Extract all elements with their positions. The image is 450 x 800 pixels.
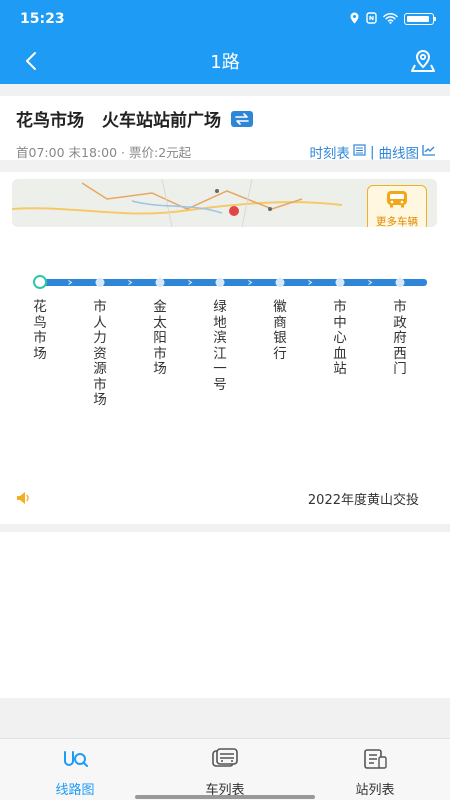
timetable-link[interactable]: 时刻表 (309, 142, 350, 162)
page-title: 1路 (210, 52, 240, 73)
stop-name[interactable]: 花鸟市场 (32, 299, 48, 362)
battery-icon (404, 13, 436, 25)
meta-dot: · (121, 145, 129, 160)
status-time: 15:23 (20, 11, 65, 27)
stop-name[interactable]: 绿地滨江一号 (212, 299, 228, 393)
link-separator: | (369, 144, 375, 160)
status-bar: 15:23 (0, 0, 450, 38)
back-arrow-icon[interactable] (20, 49, 44, 73)
home-indicator (135, 795, 315, 799)
route-info-card: 花鸟市场 火车站站前广场 首07:00 末18:00 · 票价:2元起 时刻表 … (0, 96, 450, 162)
location-status-icon (349, 12, 360, 26)
timetable-icon[interactable] (353, 144, 366, 160)
stop-name[interactable]: 徽商银行 (272, 299, 288, 362)
speaker-icon[interactable] (16, 490, 34, 509)
tab-label: 线路图 (55, 783, 95, 798)
stop-name[interactable]: 金太阳市场 (152, 299, 168, 378)
curve-chart-link[interactable]: 曲线图 (379, 142, 420, 162)
swap-direction-icon[interactable] (231, 110, 253, 127)
route-links: 时刻表 | 曲线图 (309, 142, 436, 162)
bus-list-icon (211, 748, 239, 774)
first-bus-time: 首07:00 (16, 145, 65, 160)
route-map-icon (62, 748, 88, 774)
map-location-icon[interactable] (410, 48, 436, 74)
tab-bus-list[interactable]: 车列表 (150, 739, 300, 800)
bottom-tab-bar: 线路图 车列表 站列表 (0, 738, 450, 800)
status-icons (349, 12, 436, 26)
line-chart-icon[interactable] (422, 144, 436, 160)
stop-name[interactable]: 市政府西门 (392, 299, 408, 378)
stop-dot[interactable] (95, 278, 105, 287)
wifi-status-icon (383, 12, 398, 26)
stop-name[interactable]: 市中心血站 (332, 299, 348, 378)
route-origin: 花鸟市场 (16, 111, 84, 131)
stop-dot[interactable] (275, 278, 285, 287)
fare-text: 票价:2元起 (128, 145, 192, 160)
stop-list-icon (362, 748, 388, 774)
tab-route-map[interactable]: 线路图 (0, 739, 150, 800)
stop-dot[interactable] (335, 278, 345, 287)
stop-dot[interactable] (395, 278, 405, 287)
stop-name[interactable]: 市人力资源市场 (92, 299, 108, 409)
tab-label: 站列表 (355, 783, 395, 798)
blank-panel (0, 532, 450, 698)
operator-label: 2022年度黄山交投 (307, 493, 419, 508)
route-line-diagram: 花鸟市场 市人力资源市场 金太阳市场 绿地滨江一号 徽商银行 市中心血站 市政府西门 (0, 172, 450, 524)
start-stop-marker[interactable] (33, 275, 47, 289)
last-bus-time: 末18:00 (68, 145, 118, 160)
route-destination: 火车站站前广场 (102, 111, 221, 131)
nfc-status-icon (366, 12, 377, 26)
app-header: 1路 (0, 38, 450, 84)
tab-stop-list[interactable]: 站列表 (300, 739, 450, 800)
route-schedule-fare: 首07:00 末18:00 · 票价:2元起 (16, 142, 191, 161)
stop-dot[interactable] (155, 278, 165, 287)
stop-dot[interactable] (215, 278, 225, 287)
route-endpoints: 花鸟市场 火车站站前广场 (16, 106, 253, 131)
